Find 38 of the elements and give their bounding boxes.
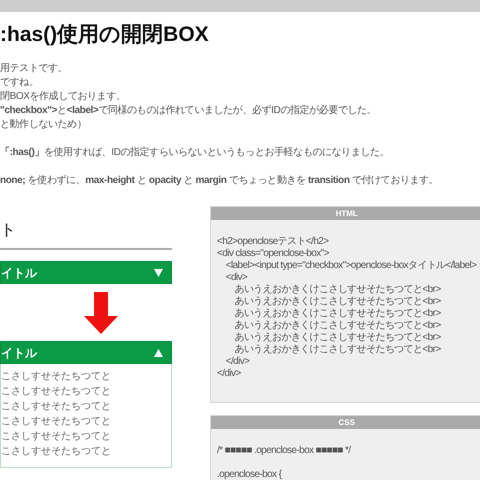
accordion-header[interactable]: イトル [0,261,172,284]
description-text: "checkbox">と<label>で同様のものは作れていましたが、必ずIDの指定が必要でした。 [0,104,378,118]
section-heading: ト [0,220,172,250]
code-line: </div> [217,368,242,380]
content-line: こさしすせそたちつてと [1,430,112,444]
code-line: あいうえおかきくけこさしすせそたちつてと<br> [233,284,442,296]
description-text: none; を使わずに、max-height と opacity と margin でちょっと動きを transition で付けております。 [0,174,440,188]
down-arrow-icon [84,292,118,334]
description-text: ですね。 [0,76,40,90]
code-panel-title: CSS [338,418,355,426]
triangle-up-icon [154,348,163,356]
content-line: こさしすせそたちつてと [1,385,112,399]
code-line: <div> [224,272,248,284]
description-text: 用テストです。 [0,62,68,76]
code-panel-title: HTML [336,210,358,218]
page-title: :has()使用の開閉BOX [0,22,210,48]
description-text: と動作しないため） [0,118,88,132]
code-line: あいうえおかきくけこさしすせそたちつてと<br> [233,332,442,344]
accordion-title: イトル [1,344,37,362]
triangle-down-icon [154,268,163,276]
code-line: <div class="openclose-box"> [217,248,330,260]
code-line: あいうえおかきくけこさしすせそたちつてと<br> [233,320,442,332]
accordion-header[interactable]: イトル [0,341,172,364]
content-line: こさしすせそたちつてと [1,370,112,384]
code-line: .openclose-box { [217,469,283,480]
code-line: あいうえおかきくけこさしすせそたちつてと<br> [233,308,442,320]
code-line: あいうえおかきくけこさしすせそたちつてと<br> [233,296,442,308]
content-line: こさしすせそたちつてと [1,445,112,459]
accordion-title: イトル [1,264,37,282]
code-line: あいうえおかきくけこさしすせそたちつてと<br> [233,344,442,356]
code-line: /* ■■■■■ .openclose-box ■■■■■ */ [217,445,352,457]
description-text: 「:has()」を使用すれば、IDの指定すらいらないというもっとお手軽なものになりました。 [0,146,390,160]
code-line: <h2>opencloseテスト</h2> [217,236,330,248]
content-line: こさしすせそたちつてと [1,415,112,429]
code-line: <label><input type="checkbox">openclose-boxタイトル</label> [224,260,476,272]
content-line: こさしすせそたちつてと [1,400,112,414]
code-line: </div> [224,356,250,368]
description-text: 閉BOXを作成しております。 [0,90,127,104]
